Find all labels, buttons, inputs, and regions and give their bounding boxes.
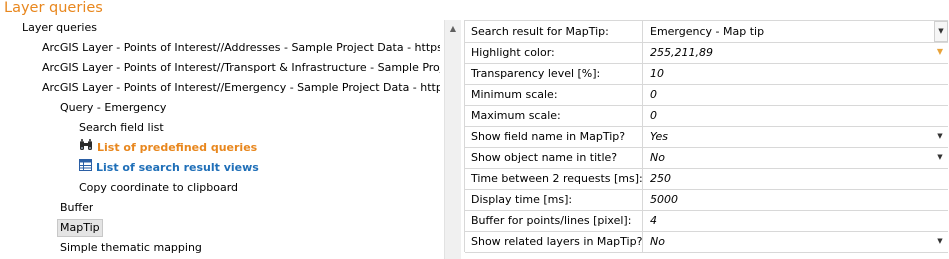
property-label: Display time [ms]:	[465, 189, 643, 210]
property-label: Transparency level [%]:	[465, 63, 643, 84]
dropdown-arrow-icon[interactable]: ▼	[934, 231, 946, 252]
property-row: Minimum scale: 0	[465, 84, 948, 106]
tree-item-predefined-queries[interactable]: List of predefined queries	[79, 139, 257, 157]
tree-item-emergency-layer[interactable]: ArcGIS Layer - Points of Interest//Emerg…	[42, 79, 440, 97]
property-row: Transparency level [%]: 10	[465, 63, 948, 85]
property-value: No	[650, 151, 665, 164]
tree-item-search-result-views[interactable]: List of search result views	[79, 159, 259, 177]
property-row: Show field name in MapTip? Yes ▼	[465, 126, 948, 148]
property-value: Emergency - Map tip	[650, 25, 765, 38]
time-between-requests-field[interactable]: 250	[644, 168, 948, 189]
tree-item-transport-layer[interactable]: ArcGIS Layer - Points of Interest//Trans…	[42, 59, 440, 77]
show-related-layers-dropdown[interactable]: No ▼	[644, 231, 948, 252]
property-row: Highlight color: 255,211,89 ▼	[465, 42, 948, 64]
property-label: Show related layers in MapTip?	[465, 231, 643, 252]
table-view-icon	[79, 159, 92, 177]
tree-item-query-emergency[interactable]: Query - Emergency	[60, 99, 166, 117]
minimum-scale-field[interactable]: 0	[644, 84, 948, 105]
property-value: No	[650, 235, 665, 248]
property-value: 255,211,89	[650, 46, 713, 59]
transparency-level-field[interactable]: 10	[644, 63, 948, 84]
highlight-color-field[interactable]: 255,211,89 ▼	[644, 42, 948, 63]
property-label: Show field name in MapTip?	[465, 126, 643, 147]
property-row: Buffer for points/lines [pixel]: 4	[465, 210, 948, 232]
tree-scrollbar[interactable]: ▲	[444, 20, 461, 259]
dropdown-arrow-icon[interactable]: ▼	[934, 147, 946, 168]
search-result-maptip-dropdown[interactable]: Emergency - Map tip ▼	[644, 21, 948, 42]
dropdown-arrow-icon[interactable]: ▼	[934, 21, 948, 42]
property-value: Yes	[650, 130, 669, 143]
tree-item-search-field-list[interactable]: Search field list	[79, 119, 164, 137]
property-row: Show object name in title? No ▼	[465, 147, 948, 169]
tree-item-maptip[interactable]: MapTip	[57, 219, 103, 237]
binoculars-icon	[79, 139, 93, 157]
layer-tree: Layer queries ArcGIS Layer - Points of I…	[0, 0, 440, 259]
show-object-name-dropdown[interactable]: No ▼	[644, 147, 948, 168]
scroll-up-arrow-icon[interactable]: ▲	[445, 20, 461, 36]
property-grid: Search result for MapTip: Emergency - Ma…	[464, 20, 948, 253]
property-label: Show object name in title?	[465, 147, 643, 168]
tree-item-addresses-layer[interactable]: ArcGIS Layer - Points of Interest//Addre…	[42, 39, 440, 57]
show-field-name-dropdown[interactable]: Yes ▼	[644, 126, 948, 147]
property-label: Highlight color:	[465, 42, 643, 63]
tree-item-copy-coordinate[interactable]: Copy coordinate to clipboard	[79, 179, 238, 197]
property-label: Buffer for points/lines [pixel]:	[465, 210, 643, 231]
color-picker-arrow-icon[interactable]: ▼	[934, 45, 946, 59]
maximum-scale-field[interactable]: 0	[644, 105, 948, 126]
property-label: Maximum scale:	[465, 105, 643, 126]
property-label: Minimum scale:	[465, 84, 643, 105]
tree-root-layer-queries[interactable]: Layer queries	[22, 19, 97, 37]
search-result-views-label: List of search result views	[96, 161, 259, 174]
buffer-points-lines-field[interactable]: 4	[644, 210, 948, 231]
property-row: Display time [ms]: 5000	[465, 189, 948, 211]
dropdown-arrow-icon[interactable]: ▼	[934, 126, 946, 147]
predefined-queries-label: List of predefined queries	[97, 141, 258, 154]
property-row: Time between 2 requests [ms]: 250	[465, 168, 948, 190]
display-time-field[interactable]: 5000	[644, 189, 948, 210]
property-label: Search result for MapTip:	[465, 21, 643, 42]
tree-item-buffer[interactable]: Buffer	[60, 199, 93, 217]
property-row: Show related layers in MapTip? No ▼	[465, 231, 948, 253]
property-label: Time between 2 requests [ms]:	[465, 168, 643, 189]
tree-item-simple-thematic-mapping[interactable]: Simple thematic mapping	[60, 239, 202, 257]
property-row: Maximum scale: 0	[465, 105, 948, 127]
property-row: Search result for MapTip: Emergency - Ma…	[465, 21, 948, 43]
